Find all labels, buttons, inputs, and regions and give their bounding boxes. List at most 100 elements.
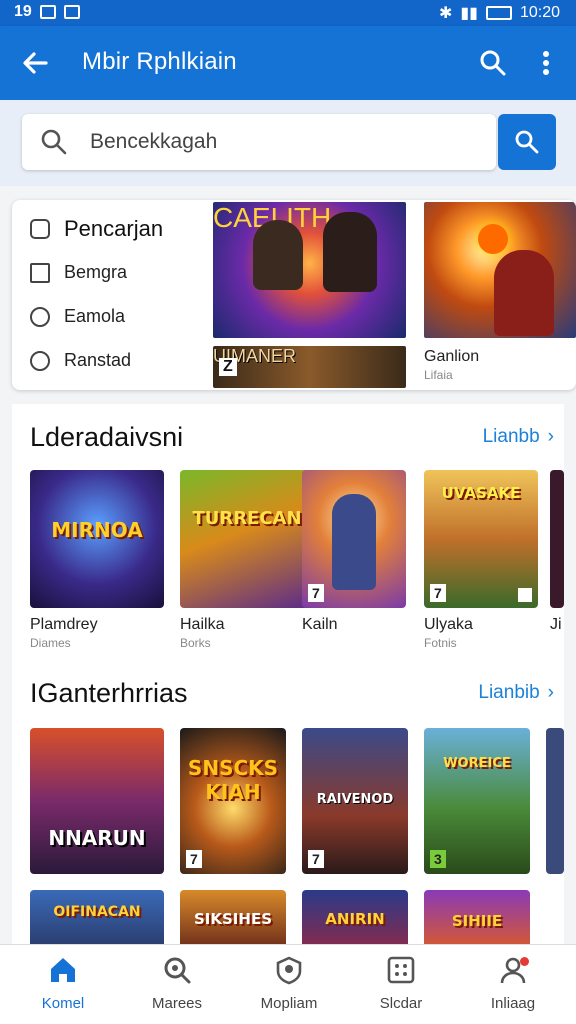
search-icon (515, 130, 539, 154)
featured-subcaption: Lifaia (424, 368, 453, 382)
game-art (550, 470, 564, 608)
character-figure (332, 494, 376, 590)
rating-tag: 3 (430, 850, 446, 868)
game-card[interactable]: OIFINACAN (30, 890, 164, 950)
shield-icon (274, 955, 304, 985)
game-card[interactable]: 7 Kailn (302, 470, 406, 634)
chevron-right-icon: › (547, 426, 554, 447)
featured-banner-side[interactable] (424, 202, 576, 338)
menu-item-ranstad[interactable]: Ranstad (30, 350, 131, 371)
search-button[interactable] (498, 114, 556, 170)
compass-icon (30, 350, 50, 371)
game-card[interactable]: Ji (550, 470, 564, 634)
fireball-shape (478, 224, 508, 254)
nav-label: Inliaag (490, 995, 536, 1012)
search-icon (162, 955, 192, 985)
battery-icon (485, 6, 512, 20)
section-title: Lderadaivsni (30, 422, 184, 452)
menu-label: Ranstad (64, 350, 132, 370)
menu-item-bemgra[interactable]: Bemgra (30, 262, 127, 283)
game-art: ANIRIN (302, 890, 408, 950)
chat-icon (30, 306, 50, 327)
banner-rating-tag: Z (219, 358, 237, 376)
game-art: SIHIIE (424, 890, 530, 950)
game-art-title: WOREICE (443, 756, 511, 771)
bottom-nav: Komel Marees Mopliam Slcdar Inliaag (0, 944, 576, 1024)
game-subtitle: Borks (180, 636, 211, 650)
square-icon (30, 219, 50, 239)
game-art: UVASAKE 7 (424, 470, 538, 608)
game-subtitle: Fotnis (424, 636, 457, 650)
game-art: NNARUN (30, 728, 164, 874)
search-icon (40, 128, 68, 156)
game-art: SIKSIHES (180, 890, 286, 950)
image-icon (63, 5, 80, 19)
game-name: Ji (550, 616, 562, 633)
game-card[interactable] (546, 728, 564, 874)
status-clock: 10:20 (519, 4, 560, 21)
status-time: 19 (14, 3, 32, 20)
game-subtitle: Diames (30, 636, 71, 650)
bluetooth-icon: ✱ (438, 5, 453, 22)
game-art: TURRECAN (180, 470, 314, 608)
section-featured-games: Lderadaivsni Lianbb › MIRNOA Plamdrey Di… (12, 404, 564, 666)
featured-banner-main[interactable]: CAELITH (213, 202, 406, 338)
more-vert-icon[interactable] (532, 48, 560, 78)
menu-label: Bemgra (64, 262, 128, 282)
box-icon (30, 262, 50, 283)
nav-item-marees[interactable]: Marees (122, 955, 232, 1012)
game-art-title: NNARUN (48, 826, 146, 850)
nav-label: Marees (151, 995, 203, 1012)
see-all-link[interactable]: Lianbib › (478, 682, 554, 704)
see-all-label: Lianbb (482, 426, 540, 447)
game-card[interactable]: MIRNOA Plamdrey Diames (30, 470, 164, 650)
search-area: Bencekkagah (0, 100, 576, 186)
search-input[interactable]: Bencekkagah (22, 114, 496, 170)
game-art-title: MIRNOA (51, 518, 143, 542)
arrow-left-icon[interactable] (18, 46, 52, 80)
game-card[interactable]: ANIRIN (302, 890, 408, 950)
nav-item-mopliam[interactable]: Mopliam (234, 955, 344, 1012)
search-icon[interactable] (478, 48, 508, 78)
menu-label: Pencarjan (64, 216, 164, 241)
game-art (546, 728, 564, 874)
game-card[interactable]: NNARUN (30, 728, 164, 874)
game-card[interactable]: SIKSIHES (180, 890, 286, 950)
game-card[interactable]: SNSCKS KIAH 7 (180, 728, 286, 874)
game-card[interactable]: SIHIIE (424, 890, 530, 950)
app-bar: Mbir Rphlkiain (0, 26, 576, 100)
signal-icon: ▮▮ (460, 5, 478, 22)
featured-panel: Pencarjan Bemgra Eamola Ranstad CAELITH … (12, 200, 576, 390)
nav-item-home[interactable]: Komel (8, 955, 118, 1012)
game-art-title: SNSCKS KIAH (187, 756, 279, 804)
game-art-title: SIHIIE (451, 912, 503, 930)
game-art-title: RAIVENOD (316, 792, 394, 807)
game-art-title: OIFINACAN (53, 904, 141, 920)
menu-item-pencarjan[interactable]: Pencarjan (30, 216, 163, 242)
see-all-link[interactable]: Lianbb › (483, 426, 554, 448)
section-game-categories: IGanterhrrias Lianbib › NNARUN SNSCKS KI… (12, 666, 564, 950)
menu-label: Eamola (64, 306, 126, 326)
rating-tag: 7 (308, 584, 324, 602)
game-card[interactable]: UVASAKE 7 Ulyaka Fotnis (424, 470, 538, 650)
nav-label: Komel (41, 995, 85, 1012)
game-name: Plamdrey (30, 616, 98, 633)
banner-logo-text: CAELITH (213, 202, 332, 233)
character-figure (494, 250, 554, 336)
game-art: MIRNOA (30, 470, 164, 608)
character-figure (253, 220, 303, 290)
menu-item-eamola[interactable]: Eamola (30, 306, 125, 327)
nav-label: Mopliam (260, 995, 318, 1012)
nav-item-slcdar[interactable]: Slcdar (346, 955, 456, 1012)
game-card[interactable]: RAIVENOD 7 (302, 728, 408, 874)
publisher-badge (518, 588, 532, 602)
nav-item-inliaag[interactable]: Inliaag (458, 955, 568, 1012)
game-art-title: UVASAKE (441, 484, 521, 502)
game-card[interactable]: WOREICE 3 (424, 728, 530, 874)
search-query[interactable]: Bencekkagah (90, 130, 217, 154)
see-all-label: Lianbib (478, 682, 540, 703)
game-art-title: TURRECAN (192, 508, 302, 529)
featured-banner-strip[interactable]: Z UIMANER (213, 346, 406, 388)
game-card[interactable]: TURRECAN Hailka Borks (180, 470, 314, 650)
home-icon (48, 955, 78, 985)
